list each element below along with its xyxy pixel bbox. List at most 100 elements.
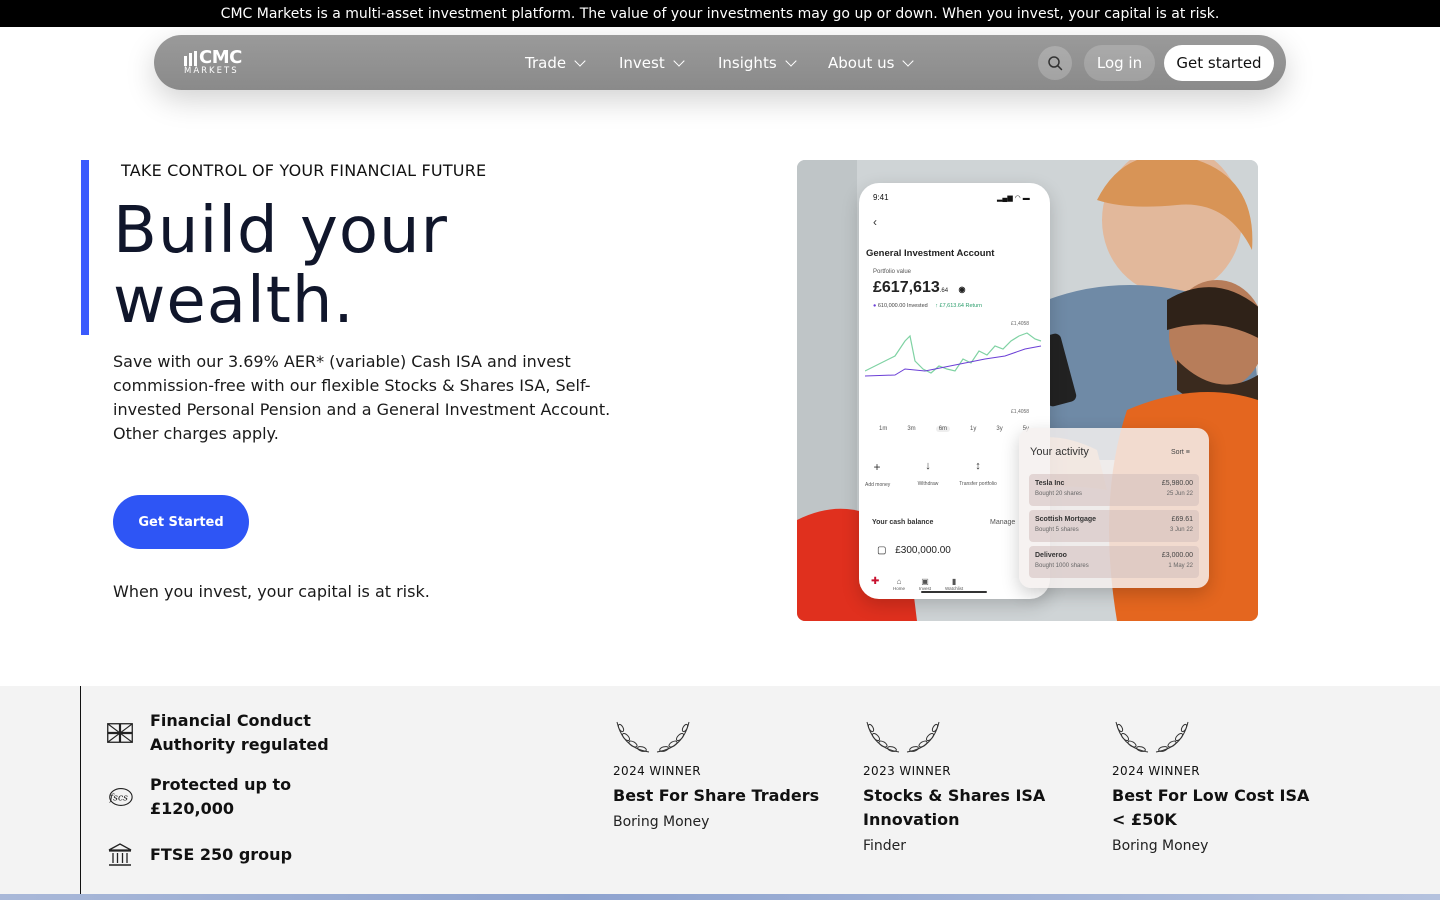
cmc-markets-logo[interactable]: CMC MARKETS — [184, 49, 254, 76]
nav-item-label: Invest — [619, 53, 665, 72]
award-source: Boring Money — [1112, 838, 1209, 854]
portfolio-value: £617,613 — [873, 279, 940, 296]
range-tab[interactable]: 1y — [970, 426, 976, 432]
chevron-down-icon — [673, 54, 685, 67]
award-title: Best For Low Cost ISA < £50K — [1112, 786, 1310, 829]
nav-item-label: Trade — [525, 53, 567, 72]
laurel-icon — [1115, 721, 1189, 753]
activity-row[interactable]: Scottish Mortgage Bought 5 shares £69.61… — [1029, 510, 1199, 542]
cash-balance-value: £300,000.00 — [895, 545, 951, 556]
chart-high-label: £1,4058 — [1011, 321, 1030, 327]
action-label: Transfer portfolio — [959, 481, 997, 487]
add-money-action[interactable]: + Add money — [865, 460, 891, 488]
activity-amount: £5,980.00 — [1161, 480, 1193, 487]
phone-time: 9:41 — [873, 193, 889, 202]
trust-item-ftse: FTSE 250 group — [106, 841, 292, 869]
tab-label: Home — [893, 586, 906, 591]
nav-item-about-us[interactable]: About us — [828, 35, 915, 90]
nav-item-invest[interactable]: Invest — [619, 35, 685, 90]
get-started-button[interactable]: Get Started — [113, 495, 249, 549]
return-amount: ↑ £7,613.64 Return — [935, 303, 983, 309]
uk-flag-icon: ✚ — [871, 576, 880, 587]
risk-banner-text: CMC Markets is a multi-asset investment … — [220, 5, 1220, 22]
logo-bars-icon — [184, 51, 197, 66]
award-title: Best For Share Traders — [613, 786, 820, 805]
cash-balance-label: Your cash balance — [872, 519, 934, 526]
sort-label: Sort — [1171, 449, 1184, 456]
activity-date: 1 May 22 — [1168, 563, 1193, 569]
range-tab[interactable]: 6m — [935, 426, 951, 432]
nav-item-label: Insights — [718, 53, 777, 72]
range-tab[interactable]: 3m — [907, 426, 915, 432]
portfolio-label: Portfolio value — [873, 269, 912, 275]
activity-row[interactable]: Deliveroo Bought 1000 shares £3,000.00 1… — [1029, 546, 1199, 578]
range-tab[interactable]: 1m — [879, 426, 887, 432]
activity-title: Your activity — [1030, 446, 1089, 458]
withdraw-action[interactable]: ↓ Withdraw — [915, 460, 941, 487]
back-arrow-icon[interactable]: ‹ — [873, 215, 877, 229]
action-label: Add money — [865, 482, 891, 488]
trust-text: FTSE 250 group — [150, 845, 293, 864]
transfer-portfolio-action[interactable]: ↕ Transfer portfolio — [953, 460, 1003, 487]
home-icon: ⌂ — [896, 577, 902, 586]
trust-item-fscs: fscs Protected up to £120,000 — [106, 773, 350, 821]
search-button[interactable] — [1038, 46, 1072, 80]
headline-line-1: Build your — [113, 194, 448, 268]
section-divider — [80, 686, 81, 894]
nav-item-trade[interactable]: Trade — [525, 35, 586, 90]
trust-text: Financial Conduct Authority regulated — [150, 711, 329, 754]
headline-line-2: wealth. — [113, 264, 355, 338]
activity-row[interactable]: Tesla Inc Bought 20 shares £5,980.00 25 … — [1029, 474, 1199, 506]
tab-invest[interactable]: ▣ Invest — [919, 577, 931, 591]
hero-paragraph: Save with our 3.69% AER* (variable) Cash… — [113, 352, 611, 443]
svg-text:fscs: fscs — [109, 793, 128, 804]
activity-name: Tesla Inc — [1035, 480, 1065, 487]
logo-sub-text: MARKETS — [184, 66, 239, 76]
filter-icon: ≡ — [1185, 449, 1190, 456]
fscs-icon: fscs — [106, 783, 134, 811]
activity-amount: £69.61 — [1171, 516, 1193, 523]
activity-sub: Bought 20 shares — [1035, 491, 1083, 497]
activity-sub: Bought 5 shares — [1035, 527, 1079, 533]
cash-balance-value-row: ▢ £300,000.00 — [877, 545, 951, 556]
nav-item-label: About us — [828, 53, 895, 72]
award-source: Finder — [863, 838, 907, 854]
home-indicator — [921, 591, 987, 593]
award-year: 2023 WINNER — [863, 764, 952, 778]
uk-flag-icon — [106, 719, 134, 747]
get-started-nav-button[interactable]: Get started — [1164, 45, 1274, 81]
activity-sub: Bought 1000 shares — [1035, 563, 1089, 569]
account-title: General Investment Account — [866, 248, 995, 259]
eye-icon[interactable]: ◉ — [959, 285, 966, 294]
activity-name: Scottish Mortgage — [1035, 516, 1097, 523]
invested-return-row: ● 610,000.00 Invested ↑ £7,613.64 Return — [873, 303, 983, 309]
tab-home[interactable]: ⌂ Home — [893, 577, 905, 591]
wallet-icon: ▢ — [877, 545, 887, 556]
laurel-icon — [616, 721, 690, 753]
trust-item-fca: Financial Conduct Authority regulated — [106, 709, 350, 757]
chevron-down-icon — [902, 54, 915, 67]
chevron-down-icon — [784, 54, 797, 67]
hero-eyebrow: TAKE CONTROL OF YOUR FINANCIAL FUTURE — [121, 161, 487, 180]
chevron-down-icon — [574, 54, 586, 67]
risk-banner: CMC Markets is a multi-asset investment … — [0, 0, 1440, 27]
arrow-up-down-icon: ↕ — [975, 460, 981, 472]
bookmark-icon: ▮ — [951, 577, 957, 586]
chart-low-label: £1,4058 — [1011, 409, 1030, 415]
manage-link[interactable]: Manage — [990, 519, 1015, 526]
sort-control[interactable]: Sort ≡ — [1171, 449, 1190, 456]
activity-date: 3 Jun 22 — [1169, 527, 1193, 533]
login-button[interactable]: Log in — [1084, 45, 1155, 81]
tab-watchlist[interactable]: ▮ Watchlist — [945, 577, 963, 591]
logo-main-text: CMC — [199, 47, 242, 68]
risk-warning: When you invest, your capital is at risk… — [113, 582, 430, 601]
trust-text: Protected up to £120,000 — [150, 775, 292, 818]
laurel-icon — [866, 721, 940, 753]
activity-name: Deliveroo — [1035, 552, 1067, 559]
invested-amount: 610,000.00 Invested — [877, 303, 928, 309]
nav-item-insights[interactable]: Insights — [718, 35, 797, 90]
award-title: Stocks & Shares ISA Innovation — [863, 786, 1046, 829]
next-section-edge — [0, 894, 1440, 900]
time-range-tabs: 1m 3m 6m 1y 3y 5y — [879, 426, 1029, 432]
range-tab[interactable]: 3y — [996, 426, 1002, 432]
